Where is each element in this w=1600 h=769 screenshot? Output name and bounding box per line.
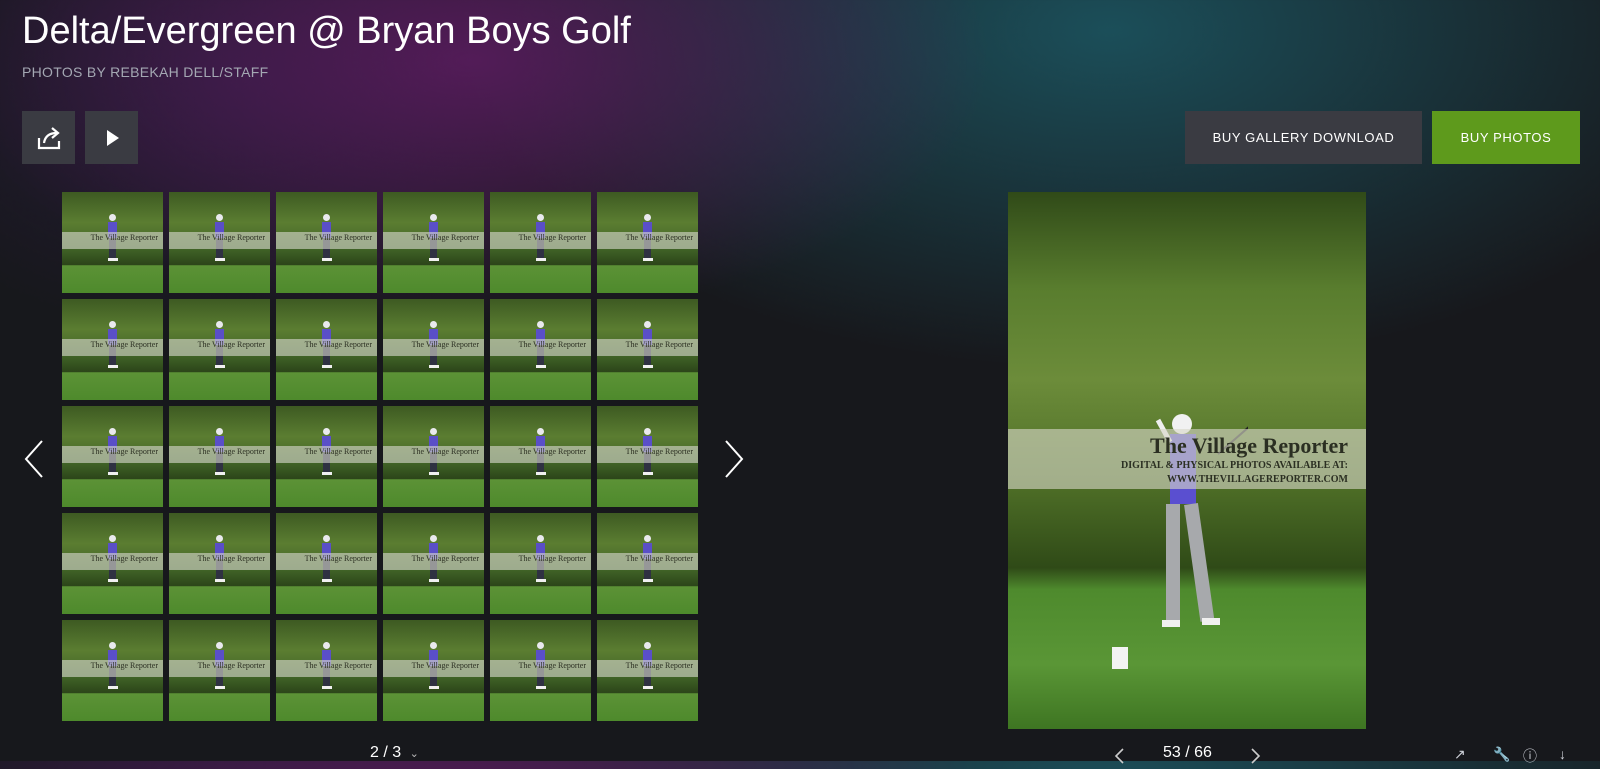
thumbnail-watermark: The Village Reporter xyxy=(169,660,270,677)
thumbnail-watermark: The Village Reporter xyxy=(276,660,377,677)
thumbnail[interactable]: The Village Reporter xyxy=(62,620,163,721)
thumbnail[interactable]: The Village Reporter xyxy=(490,513,591,614)
thumbnail-watermark: The Village Reporter xyxy=(383,339,484,356)
thumbnail[interactable]: The Village Reporter xyxy=(383,406,484,507)
page-indicator-text: 2 / 3 xyxy=(370,744,402,761)
thumbnail-watermark: The Village Reporter xyxy=(597,446,698,463)
thumbnail-watermark: The Village Reporter xyxy=(169,446,270,463)
thumbnail[interactable]: The Village Reporter xyxy=(62,513,163,614)
thumbnail[interactable]: The Village Reporter xyxy=(597,406,698,507)
thumbnail-watermark: The Village Reporter xyxy=(169,232,270,249)
thumbnail[interactable]: The Village Reporter xyxy=(169,299,270,400)
thumbnail[interactable]: The Village Reporter xyxy=(62,192,163,293)
thumbnail[interactable]: The Village Reporter xyxy=(276,620,377,721)
watermark-line2: WWW.THEVILLAGEREPORTER.COM xyxy=(1167,474,1348,485)
thumbnail[interactable]: The Village Reporter xyxy=(169,620,270,721)
thumbnail-watermark: The Village Reporter xyxy=(490,660,591,677)
chevron-down-icon: ⌄ xyxy=(409,748,419,760)
thumbnail-watermark: The Village Reporter xyxy=(62,553,163,570)
chevron-left-icon xyxy=(24,440,43,478)
thumbnail[interactable]: The Village Reporter xyxy=(490,299,591,400)
photo-counter: 53 / 66 xyxy=(1163,744,1212,761)
thumbnail-watermark: The Village Reporter xyxy=(597,660,698,677)
thumbnail-watermark: The Village Reporter xyxy=(383,446,484,463)
thumbnail-watermark: The Village Reporter xyxy=(62,446,163,463)
thumbnail-watermark: The Village Reporter xyxy=(383,660,484,677)
thumbnail-watermark: The Village Reporter xyxy=(490,446,591,463)
slideshow-play-button[interactable] xyxy=(85,111,138,164)
thumbnail[interactable]: The Village Reporter xyxy=(276,299,377,400)
thumbnail-watermark: The Village Reporter xyxy=(62,339,163,356)
thumbnail[interactable]: The Village Reporter xyxy=(597,192,698,293)
chevron-right-icon xyxy=(1251,748,1261,764)
thumbnail[interactable]: The Village Reporter xyxy=(169,513,270,614)
share-button[interactable] xyxy=(22,111,75,164)
thumbnail[interactable]: The Village Reporter xyxy=(383,620,484,721)
thumbnail-watermark: The Village Reporter xyxy=(276,553,377,570)
thumbnail[interactable]: The Village Reporter xyxy=(169,192,270,293)
thumbnail[interactable]: The Village Reporter xyxy=(383,192,484,293)
thumbnail-watermark: The Village Reporter xyxy=(169,553,270,570)
prev-page-arrow[interactable] xyxy=(24,440,44,483)
prev-photo-arrow[interactable] xyxy=(1114,748,1124,769)
buy-gallery-download-button[interactable]: BUY GALLERY DOWNLOAD xyxy=(1185,111,1422,164)
photo-share-icon[interactable]: ↗ xyxy=(1454,746,1466,763)
info-icon[interactable]: ⓘ xyxy=(1523,746,1537,766)
thumbnail-page-indicator[interactable]: 2 / 3 ⌄ xyxy=(370,744,419,762)
chevron-left-icon xyxy=(1114,748,1124,764)
thumbnail[interactable]: The Village Reporter xyxy=(276,406,377,507)
main-photo[interactable]: The Village Reporter DIGITAL & PHYSICAL … xyxy=(1008,192,1366,729)
thumbnail[interactable]: The Village Reporter xyxy=(276,192,377,293)
thumbnail-watermark: The Village Reporter xyxy=(490,553,591,570)
thumbnail[interactable]: The Village Reporter xyxy=(597,513,698,614)
thumbnail-watermark: The Village Reporter xyxy=(276,339,377,356)
next-page-arrow[interactable] xyxy=(724,440,744,483)
watermark-title: The Village Reporter xyxy=(1150,433,1348,458)
thumbnail-watermark: The Village Reporter xyxy=(276,446,377,463)
thumbnail-watermark: The Village Reporter xyxy=(169,339,270,356)
thumbnail[interactable]: The Village Reporter xyxy=(169,406,270,507)
thumbnail[interactable]: The Village Reporter xyxy=(490,192,591,293)
thumbnail[interactable]: The Village Reporter xyxy=(490,406,591,507)
gallery-credit: PHOTOS BY REBEKAH DELL/STAFF xyxy=(22,64,269,80)
thumbnail-watermark: The Village Reporter xyxy=(276,232,377,249)
thumbnail[interactable]: The Village Reporter xyxy=(62,406,163,507)
thumbnail-watermark: The Village Reporter xyxy=(62,660,163,677)
thumbnail[interactable]: The Village Reporter xyxy=(276,513,377,614)
thumbnail-watermark: The Village Reporter xyxy=(490,339,591,356)
thumbnail-grid: The Village Reporter The Village Reporter… xyxy=(62,192,698,721)
thumbnail-watermark: The Village Reporter xyxy=(62,232,163,249)
thumbnail-watermark: The Village Reporter xyxy=(383,553,484,570)
thumbnail-watermark: The Village Reporter xyxy=(597,232,698,249)
watermark-line1: DIGITAL & PHYSICAL PHOTOS AVAILABLE AT: xyxy=(1120,460,1348,471)
thumbnail-watermark: The Village Reporter xyxy=(597,553,698,570)
gallery-title: Delta/Evergreen @ Bryan Boys Golf xyxy=(22,10,631,52)
download-icon[interactable]: ↓ xyxy=(1559,746,1566,762)
thumbnail[interactable]: The Village Reporter xyxy=(383,513,484,614)
tee-marker xyxy=(1112,647,1128,669)
wrench-icon[interactable]: 🔧 xyxy=(1493,746,1510,763)
play-icon xyxy=(106,129,119,146)
chevron-right-icon xyxy=(725,440,744,478)
thumbnail[interactable]: The Village Reporter xyxy=(597,620,698,721)
thumbnail[interactable]: The Village Reporter xyxy=(490,620,591,721)
thumbnail[interactable]: The Village Reporter xyxy=(383,299,484,400)
share-icon xyxy=(37,126,60,149)
thumbnail-watermark: The Village Reporter xyxy=(383,232,484,249)
next-photo-arrow[interactable] xyxy=(1251,748,1261,769)
thumbnail-watermark: The Village Reporter xyxy=(490,232,591,249)
thumbnail[interactable]: The Village Reporter xyxy=(597,299,698,400)
main-photo-watermark: The Village Reporter DIGITAL & PHYSICAL … xyxy=(1008,429,1366,489)
thumbnail[interactable]: The Village Reporter xyxy=(62,299,163,400)
thumbnail-watermark: The Village Reporter xyxy=(597,339,698,356)
buy-photos-button[interactable]: BUY PHOTOS xyxy=(1432,111,1580,164)
